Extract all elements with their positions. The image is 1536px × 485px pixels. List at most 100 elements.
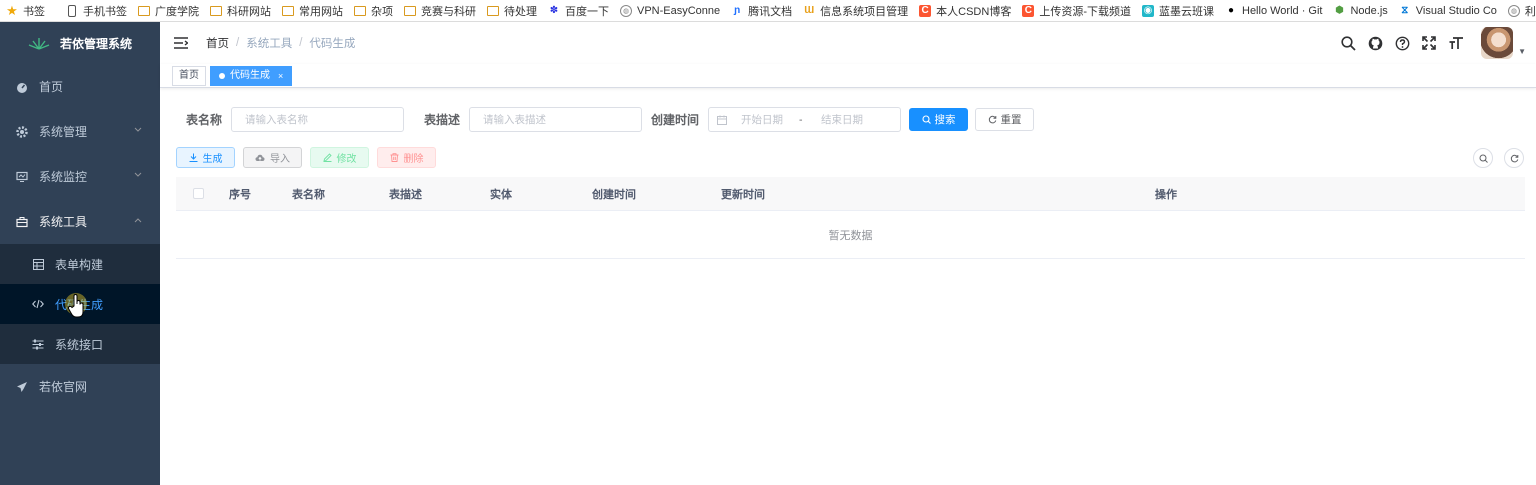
column-header: 操作 [1155, 188, 1177, 201]
bookmark-label: VPN-EasyConne [637, 4, 721, 17]
sidebar-logo[interactable]: 若依管理系统 [0, 22, 160, 64]
breadcrumb-system-tools[interactable]: 系统工具 [246, 35, 292, 51]
tag-label: 首页 [179, 69, 199, 81]
bookmark-item[interactable]: ◉ 蓝墨云班课 [1142, 3, 1214, 19]
toolbar: 生成 导入 修改 删除 [176, 147, 444, 168]
baidu-icon: ✽ [549, 5, 559, 16]
breadcrumb-home[interactable]: 首页 [206, 35, 229, 51]
sidebar-item-system-api[interactable]: 系统接口 [0, 324, 160, 364]
globe-icon: ◍ [1507, 4, 1520, 17]
search-button[interactable]: 搜索 [909, 108, 969, 131]
sliders-icon [32, 338, 44, 350]
navbar-right-menu: ▼ [1340, 22, 1536, 64]
table-desc-input[interactable]: 请输入表描述 [469, 107, 643, 132]
search-icon[interactable] [1340, 35, 1356, 51]
bookmark-label: 常用网站 [299, 5, 343, 18]
sidebar-item-label: 系统监控 [39, 170, 88, 184]
bookmark-item[interactable]: 广度学院 [138, 3, 199, 19]
send-icon [16, 381, 28, 393]
upload-cloud-icon [255, 154, 265, 161]
end-date-input[interactable]: 结束日期 [821, 112, 863, 127]
edit-button[interactable]: 修改 [310, 147, 369, 168]
refresh-button[interactable] [1504, 148, 1524, 168]
bookmark-label: 竞赛与科研 [421, 5, 476, 18]
github-icon: ● [1227, 5, 1235, 16]
sidebar-item-label: 若依官网 [39, 380, 88, 394]
column-header: 更新时间 [721, 188, 765, 201]
bookmark-label: 广度学院 [155, 5, 199, 18]
tag-label: 代码生成 [230, 69, 270, 81]
folder-icon [354, 5, 366, 17]
sidebar-item-system-tools[interactable]: 系统工具 [0, 199, 160, 244]
hamburger-icon[interactable] [174, 37, 188, 49]
bookmark-label: 书签 [23, 5, 45, 18]
sidebar-item-official-site[interactable]: 若依官网 [0, 364, 160, 409]
table-name-input[interactable]: 请输入表名称 [231, 107, 405, 132]
caret-down-icon[interactable]: ▼ [1518, 47, 1526, 56]
delete-button[interactable]: 删除 [377, 147, 436, 168]
bookmark-item[interactable]: 竞赛与科研 [404, 3, 476, 19]
bookmark-item[interactable]: 手机书签 [66, 3, 127, 19]
form-icon [32, 258, 44, 270]
star-icon: ★ [6, 2, 18, 18]
bookmark-label: 利用vscode调试 [1524, 5, 1536, 18]
bookmark-item[interactable]: ◍ 利用vscode调试 [1507, 3, 1536, 19]
bookmark-item[interactable]: 常用网站 [282, 3, 343, 19]
tags-view: 首页 代码生成 × [160, 64, 1536, 88]
bookmark-item[interactable]: C 本人CSDN博客 [919, 3, 1011, 19]
search-icon [1479, 154, 1488, 163]
start-date-input[interactable]: 开始日期 [741, 112, 799, 127]
bookmark-item[interactable]: ● Hello World · Git [1225, 5, 1323, 17]
import-button[interactable]: 导入 [243, 147, 302, 168]
reset-button[interactable]: 重置 [975, 108, 1035, 131]
monitor-icon [16, 171, 28, 183]
toggle-search-button[interactable] [1473, 148, 1493, 168]
bookmark-label: 上传资源-下载频道 [1039, 5, 1131, 18]
navbar: 首页 / 系统工具 / 代码生成 ▼ [160, 22, 1536, 64]
font-size-icon[interactable] [1448, 35, 1464, 51]
toolbox-icon [16, 216, 28, 228]
dashboard-icon [16, 81, 28, 93]
sidebar-item-system-management[interactable]: 系统管理 [0, 109, 160, 154]
bookmark-item[interactable]: ◍ VPN-EasyConne [620, 4, 721, 17]
bookmark-item[interactable]: Ɯ 信息系统项目管理 [803, 3, 908, 19]
sidebar-item-label: 首页 [39, 80, 64, 94]
site-icon: Ɯ [804, 5, 815, 16]
date-range-picker[interactable]: 开始日期 - 结束日期 [708, 107, 902, 132]
github-icon[interactable] [1367, 35, 1383, 51]
bookmark-item[interactable]: ★ 书签 [6, 3, 45, 19]
tag-home[interactable]: 首页 [172, 65, 206, 86]
bookmark-item[interactable]: 待处理 [487, 3, 537, 19]
fullscreen-icon[interactable] [1421, 35, 1437, 51]
bookmark-label: 杂项 [371, 5, 393, 18]
sidebar-item-form-builder[interactable]: 表单构建 [0, 244, 160, 284]
chevron-down-icon [134, 127, 142, 132]
sidebar-item-system-monitor[interactable]: 系统监控 [0, 154, 160, 199]
search-form: 表名称 请输入表名称 表描述 请输入表描述 创建时间 开始日期 - 结束日期 搜… [186, 107, 1035, 132]
bookmark-label: Node.js [1350, 4, 1388, 17]
globe-icon: ◍ [620, 4, 632, 17]
select-all-checkbox[interactable] [193, 188, 204, 199]
breadcrumb-code-gen: 代码生成 [309, 38, 356, 50]
sidebar-item-home[interactable]: 首页 [0, 64, 160, 109]
chevron-down-icon [134, 172, 142, 177]
trash-icon [390, 153, 398, 162]
bookmark-item[interactable]: C 上传资源-下载频道 [1022, 3, 1131, 19]
bookmark-item[interactable]: 科研网站 [210, 3, 271, 19]
empty-state: 暂无数据 [176, 211, 1525, 259]
bookmark-item[interactable]: ⬢ Node.js [1333, 4, 1388, 17]
bookmark-item[interactable]: ɲ 腾讯文档 [731, 3, 792, 19]
bookmark-label: Visual Studio Co [1415, 4, 1497, 17]
avatar[interactable] [1481, 27, 1514, 59]
bookmark-item[interactable]: ⧖ Visual Studio Co [1399, 5, 1497, 17]
phone-icon [66, 4, 78, 17]
sidebar-item-label: 表单构建 [55, 257, 104, 272]
close-icon[interactable]: × [278, 67, 283, 85]
breadcrumb: 首页 / 系统工具 / 代码生成 [206, 35, 356, 51]
question-icon[interactable] [1394, 35, 1410, 51]
generate-button[interactable]: 生成 [176, 147, 235, 168]
bookmark-item[interactable]: ✽ 百度一下 [548, 3, 609, 19]
bookmark-item[interactable]: 杂项 [354, 3, 393, 19]
tag-code-gen[interactable]: 代码生成 × [210, 65, 293, 86]
column-header: 表名称 [292, 188, 325, 201]
